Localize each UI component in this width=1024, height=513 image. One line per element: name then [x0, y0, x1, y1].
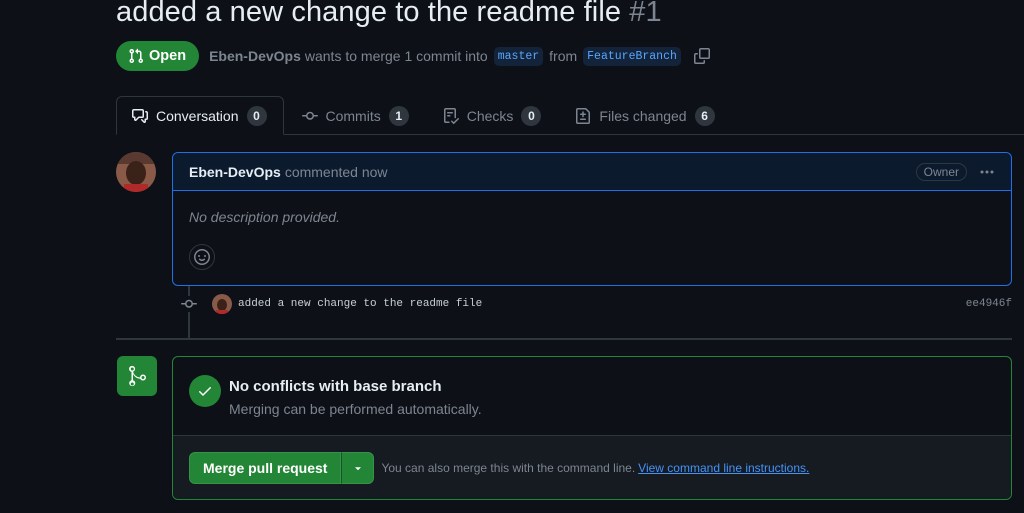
git-commit-icon: [301, 108, 318, 124]
comment-timestamp: commented now: [284, 163, 388, 180]
merge-subtext: Merging can be performed automatically.: [229, 401, 482, 417]
pr-title-text: added a new change to the readme file: [116, 0, 622, 28]
comment-header: Eben-DevOps commented now Owner: [173, 153, 1011, 191]
merge-actions: Merge pull request You can also merge th…: [173, 435, 1011, 499]
tab-commits[interactable]: Commits 1: [286, 96, 425, 135]
merge-pull-request-button[interactable]: Merge pull request: [189, 451, 342, 484]
pr-number: #1: [629, 0, 662, 28]
merge-options-dropdown[interactable]: [341, 451, 375, 484]
merge-heading: No conflicts with base branch: [229, 378, 442, 395]
pr-state-row: Open Eben-DevOps wants to merge 1 commit…: [116, 41, 710, 71]
checklist-icon: [443, 107, 459, 124]
pr-author-link[interactable]: Eben-DevOps: [209, 48, 301, 64]
base-branch-label[interactable]: master: [493, 46, 544, 66]
pr-title: added a new change to the readme file #1: [116, 0, 662, 29]
tab-conversation-label: Conversation: [156, 107, 239, 124]
tab-conversation-count: 0: [246, 105, 267, 126]
merge-button-group: Merge pull request: [189, 451, 375, 484]
merge-status: No conflicts with base branch Merging ca…: [173, 357, 1011, 435]
command-line-instructions-link[interactable]: View command line instructions.: [638, 461, 809, 475]
tab-files-changed-label: Files changed: [599, 107, 687, 124]
comment-box: Eben-DevOps commented now Owner No descr…: [172, 152, 1012, 286]
from-text: from: [549, 48, 578, 64]
tab-checks-count: 0: [521, 105, 542, 126]
commit-avatar[interactable]: [212, 294, 232, 314]
commit-sha-link[interactable]: ee4946f: [966, 298, 1012, 310]
git-pull-request-icon: [129, 48, 144, 64]
comment-discussion-icon: [132, 108, 148, 124]
tab-conversation[interactable]: Conversation 0: [116, 96, 284, 135]
timeline-divider: [116, 338, 1012, 340]
file-diff-icon: [575, 107, 591, 124]
commit-row: added a new change to the readme file ee…: [180, 293, 1012, 315]
smiley-icon: [194, 249, 210, 265]
git-merge-icon: [117, 356, 157, 396]
state-badge: Open: [116, 41, 200, 71]
tab-checks-label: Checks: [466, 107, 514, 124]
cli-hint-text: You can also merge this with the command…: [381, 460, 636, 475]
git-commit-icon: [180, 296, 198, 312]
tab-commits-label: Commits: [325, 107, 381, 124]
commit-message-link[interactable]: added a new change to the readme file: [238, 298, 482, 310]
check-circle-icon: [189, 375, 221, 407]
comment-author-link[interactable]: Eben-DevOps: [189, 164, 281, 180]
tab-files-changed-count: 6: [694, 105, 715, 126]
copy-icon[interactable]: [693, 48, 710, 64]
head-branch-label[interactable]: FeatureBranch: [583, 46, 681, 66]
owner-badge: Owner: [915, 162, 967, 181]
triangle-down-icon: [355, 466, 361, 470]
add-reaction-button[interactable]: [189, 244, 215, 270]
avatar[interactable]: [116, 152, 156, 192]
pr-tabs: Conversation 0 Commits 1 Checks 0 Files …: [116, 96, 731, 135]
tab-checks[interactable]: Checks 0: [427, 96, 558, 135]
tab-commits-count: 1: [388, 105, 409, 126]
state-label: Open: [149, 48, 187, 64]
comment-body: No description provided.: [189, 209, 340, 225]
merge-description: wants to merge 1 commit into: [304, 48, 488, 64]
tab-files-changed[interactable]: Files changed 6: [559, 96, 730, 135]
kebab-horizontal-icon[interactable]: [979, 164, 995, 180]
merge-box: No conflicts with base branch Merging ca…: [172, 356, 1012, 500]
